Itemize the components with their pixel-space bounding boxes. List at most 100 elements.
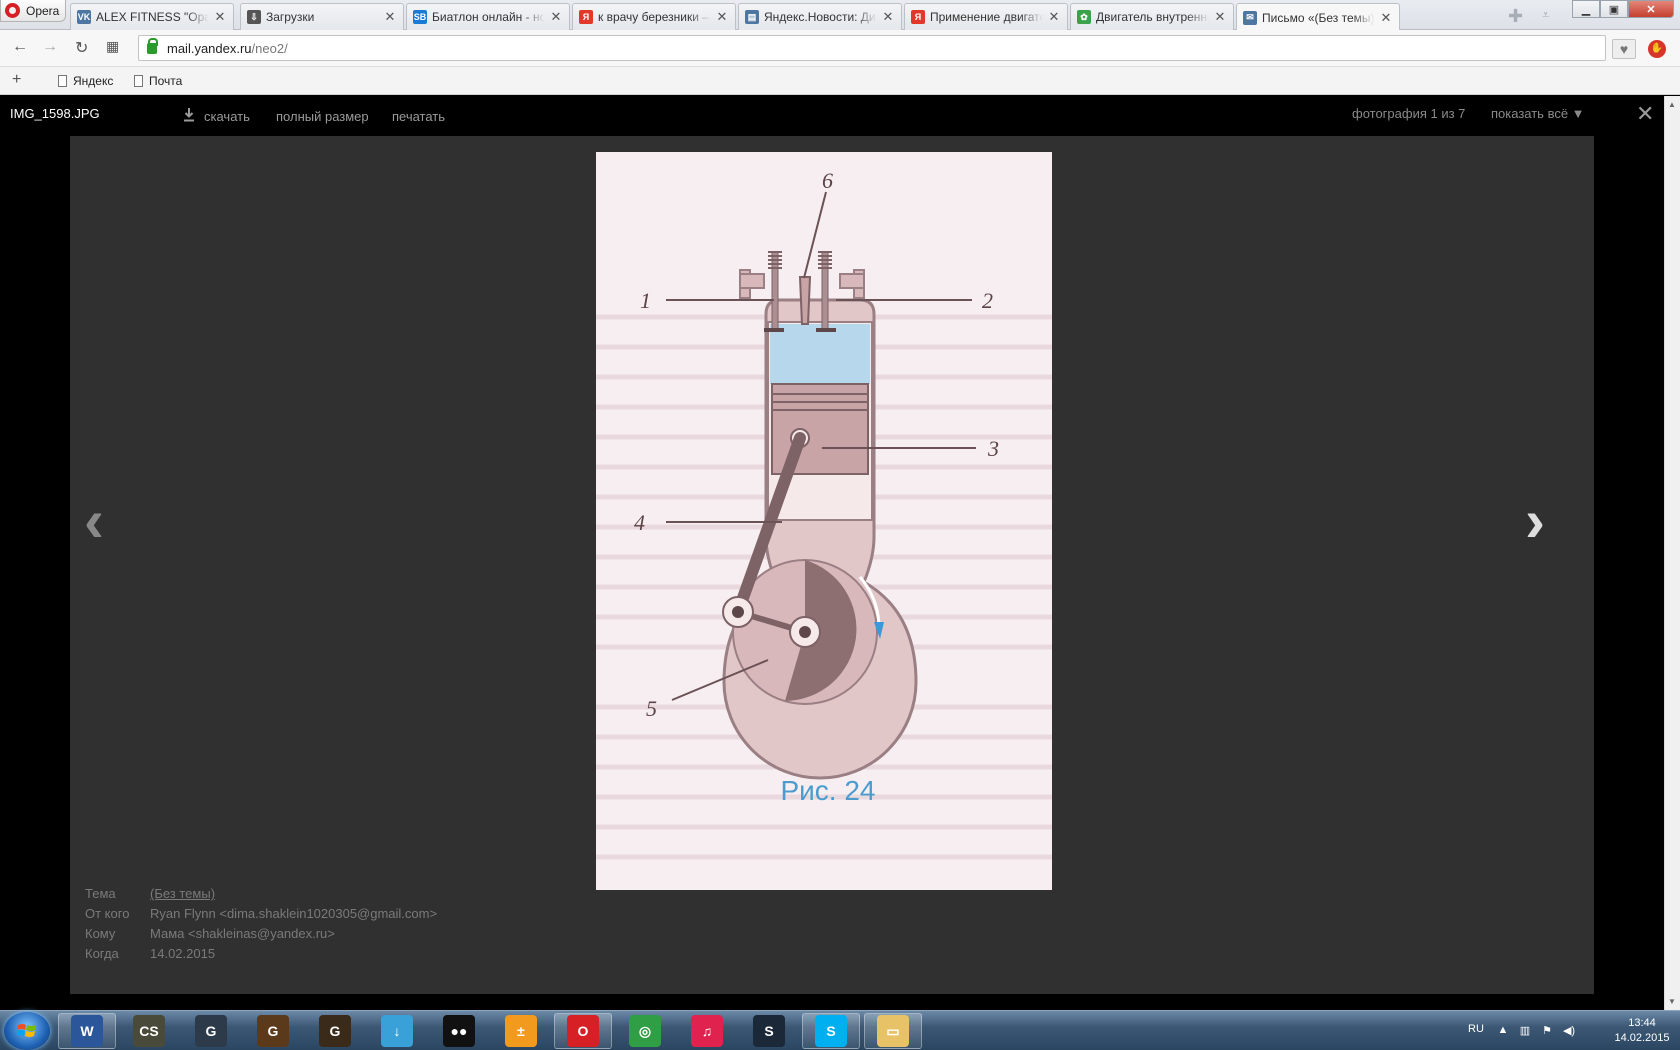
- tab-close-icon[interactable]: ✕: [715, 9, 729, 25]
- close-icon[interactable]: ✕: [1636, 101, 1654, 127]
- add-bookmark-icon[interactable]: +: [12, 71, 21, 89]
- browser-tab[interactable]: ✿ Двигатель внутреннего ✕: [1070, 3, 1234, 30]
- action-center-icon[interactable]: ⚑: [1540, 1024, 1554, 1038]
- minimize-button[interactable]: ▁: [1572, 0, 1600, 18]
- taskbar-calculator[interactable]: ±: [492, 1013, 550, 1049]
- figure-caption: Рис. 24: [780, 775, 875, 806]
- speed-dial-icon[interactable]: ▦: [106, 38, 119, 55]
- chevron-left-icon[interactable]: ‹: [84, 486, 104, 555]
- tab-title: ALEX FITNESS "Оранж Ф: [96, 10, 209, 24]
- tab-title: Биатлон онлайн - ново: [432, 10, 545, 24]
- page-icon: [58, 75, 67, 87]
- diagram-label: 4: [634, 510, 645, 535]
- start-button[interactable]: [4, 1012, 50, 1050]
- game-1-icon: G: [195, 1015, 227, 1047]
- bookmark-label: Яндекс: [73, 74, 114, 88]
- print-link[interactable]: печатать: [392, 109, 445, 124]
- tab-close-icon[interactable]: ✕: [1047, 9, 1061, 25]
- forward-icon[interactable]: →: [42, 38, 58, 56]
- tab-title: Загрузки: [266, 10, 315, 24]
- to-row: Кому Мама <shakleinas@yandex.ru>: [85, 924, 437, 944]
- screen: Opera VK ALEX FITNESS "Оранж Ф ✕ ⇩ Загрузки ✕…: [0, 0, 1680, 1050]
- maximize-button[interactable]: ▣: [1600, 0, 1628, 18]
- diagram-label: 2: [982, 288, 993, 313]
- show-all-dropdown[interactable]: показать всё ▼: [1491, 106, 1585, 121]
- scroll-down-icon[interactable]: ▼: [1668, 997, 1676, 1006]
- tab-menu-icon[interactable]: ⩡: [1542, 7, 1549, 23]
- adblock-extension-icon[interactable]: ✋: [1648, 40, 1666, 58]
- tab-close-icon[interactable]: ✕: [1213, 9, 1227, 25]
- bookmark-label: Почта: [149, 74, 183, 88]
- taskbar-game-1[interactable]: G: [182, 1013, 240, 1049]
- address-bar[interactable]: mail.yandex.ru /neo2/: [138, 35, 1606, 61]
- taskbar-skype[interactable]: S: [802, 1013, 860, 1049]
- tab-title: Двигатель внутреннего: [1096, 10, 1209, 24]
- tab-favicon-icon: SB: [413, 10, 427, 24]
- browser-tab[interactable]: SB Биатлон онлайн - ново ✕: [406, 3, 570, 30]
- tab-close-icon[interactable]: ✕: [549, 9, 563, 25]
- viewer-stage: ‹ › 1 2 3 4 5 6 Рис. 24 Тема (Без темы) …: [70, 136, 1594, 994]
- browser-tab[interactable]: Як врачу березники — Я ✕: [572, 3, 736, 30]
- close-window-button[interactable]: ✕: [1628, 0, 1674, 18]
- scroll-up-icon[interactable]: ▲: [1668, 100, 1676, 109]
- tab-close-icon[interactable]: ✕: [881, 9, 895, 25]
- taskbar-explorer[interactable]: ▭: [864, 1013, 922, 1049]
- game-2-icon: G: [257, 1015, 289, 1047]
- browser-tab[interactable]: Я Применение двигател ✕: [904, 3, 1068, 30]
- tray-expand-icon[interactable]: ▲: [1496, 1024, 1510, 1038]
- tab-title: Яндекс.Новости: Динам: [764, 10, 877, 24]
- tab-close-icon[interactable]: ✕: [1379, 10, 1393, 26]
- taskbar-chrome[interactable]: ◎: [616, 1013, 674, 1049]
- tab-title: Применение двигател: [930, 10, 1043, 24]
- taskbar-itunes[interactable]: ♫: [678, 1013, 736, 1049]
- diagram-label: 3: [987, 436, 999, 461]
- full-size-link[interactable]: полный размер: [276, 109, 369, 124]
- volume-icon[interactable]: ◀): [1562, 1024, 1576, 1038]
- image-viewer: IMG_1598.JPG скачать полный размер печат…: [0, 96, 1664, 1010]
- taskbar-opera[interactable]: O: [554, 1013, 612, 1049]
- clock-time: 13:44: [1628, 1017, 1656, 1029]
- bookmark-yandex[interactable]: Яндекс: [58, 74, 113, 88]
- windows-taskbar: W CS G G G ↓ ●● ± O ◎ ♫ S S ▭ RU ▲ ▥ ⚑ ◀) 13:44 14.02…: [0, 1010, 1680, 1050]
- browser-tab[interactable]: VK ALEX FITNESS "Оранж Ф ✕: [70, 3, 234, 30]
- opera-menu-button[interactable]: Opera: [0, 0, 66, 22]
- from-row: От кого Ryan Flynn <dima.shaklein1020305…: [85, 904, 437, 924]
- subject-link[interactable]: (Без темы): [150, 884, 215, 904]
- browser-tab[interactable]: ✉ Письмо «(Без темы)» – ✕: [1236, 3, 1400, 31]
- game-3-icon: G: [319, 1015, 351, 1047]
- tab-close-icon[interactable]: ✕: [213, 9, 227, 25]
- taskbar-counter-strike[interactable]: CS: [120, 1013, 178, 1049]
- windows-logo-icon: [17, 1024, 36, 1037]
- tab-close-icon[interactable]: ✕: [383, 9, 397, 25]
- new-tab-icon[interactable]: ✚: [1508, 6, 1523, 27]
- taskbar-panda[interactable]: ●●: [430, 1013, 488, 1049]
- explorer-icon: ▭: [877, 1015, 909, 1047]
- subject-label: Тема: [85, 886, 116, 901]
- taskbar-game-2[interactable]: G: [244, 1013, 302, 1049]
- reload-icon[interactable]: ↻: [75, 38, 88, 58]
- taskbar-steam[interactable]: S: [740, 1013, 798, 1049]
- page-scrollbar[interactable]: ▲ ▼: [1664, 96, 1680, 1010]
- taskbar-downloader[interactable]: ↓: [368, 1013, 426, 1049]
- network-icon[interactable]: ▥: [1518, 1024, 1532, 1038]
- navigation-bar: ← → ↻ ▦ mail.yandex.ru /neo2/: [0, 30, 1680, 67]
- diagram-label: 6: [822, 168, 833, 193]
- browser-tab[interactable]: ▤ Яндекс.Новости: Динам ✕: [738, 3, 902, 30]
- download-icon[interactable]: [184, 108, 194, 122]
- bookmark-heart-icon[interactable]: ♥: [1612, 39, 1636, 59]
- tab-title: Письмо «(Без темы)» –: [1262, 10, 1375, 25]
- engine-diagram: 1 2 3 4 5 6 Рис. 24: [596, 168, 1052, 860]
- tab-bar: Opera VK ALEX FITNESS "Оранж Ф ✕ ⇩ Загрузки ✕…: [0, 0, 1680, 31]
- taskbar-game-3[interactable]: G: [306, 1013, 364, 1049]
- browser-tab[interactable]: ⇩ Загрузки ✕: [240, 3, 404, 30]
- chevron-right-icon[interactable]: ›: [1525, 486, 1545, 555]
- bookmark-pochta[interactable]: Почта: [134, 74, 182, 88]
- clock[interactable]: 13:44 14.02.2015: [1612, 1016, 1672, 1046]
- date-label: Когда: [85, 946, 119, 961]
- language-indicator[interactable]: RU: [1468, 1023, 1484, 1035]
- download-link[interactable]: скачать: [204, 109, 250, 124]
- back-icon[interactable]: ←: [12, 38, 28, 56]
- taskbar-word[interactable]: W: [58, 1013, 116, 1049]
- tab-favicon-icon: ▤: [745, 10, 759, 24]
- date-row: Когда 14.02.2015: [85, 944, 437, 964]
